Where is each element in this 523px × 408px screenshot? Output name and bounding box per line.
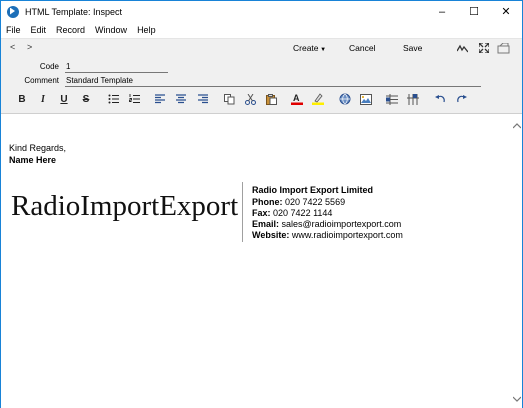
close-button[interactable]: ✕ (490, 1, 522, 22)
html-editor[interactable]: Kind Regards, Name Here RadioImportExpor… (1, 113, 522, 408)
bullet-list-icon[interactable] (106, 92, 120, 106)
highlight-icon[interactable] (311, 92, 325, 106)
cut-icon[interactable] (243, 92, 257, 106)
website-label: Website: (252, 230, 290, 240)
expand-icon[interactable] (477, 41, 491, 55)
bold-button[interactable]: B (15, 92, 29, 106)
company-logo: RadioImportExport (11, 190, 239, 222)
comment-field[interactable]: Standard Template (65, 76, 481, 87)
scroll-down-icon[interactable] (512, 396, 521, 406)
scroll-up-icon[interactable] (512, 123, 521, 133)
save-button[interactable]: Save (403, 43, 422, 53)
phone-label: Phone: (252, 197, 283, 207)
align-left-icon[interactable] (153, 92, 167, 106)
dropdown-arrow-icon: ▼ (318, 47, 327, 53)
strikethrough-button[interactable]: S (79, 92, 93, 106)
redo-icon[interactable] (454, 92, 468, 106)
back-button[interactable]: < (10, 42, 15, 52)
menu-window[interactable]: Window (90, 25, 132, 35)
greeting-text: Kind Regards, (9, 143, 67, 153)
window-controls: – ☐ ✕ (426, 1, 522, 22)
paste-icon[interactable] (264, 92, 278, 106)
comment-label: Comment (24, 76, 59, 85)
insert-column-icon[interactable] (406, 92, 420, 106)
signature-divider (242, 182, 243, 242)
app-icon (7, 5, 19, 18)
minimize-button[interactable]: – (426, 1, 458, 22)
company-name-text: Radio Import Export Limited (252, 185, 374, 195)
website-value: www.radioimportexport.com (291, 230, 403, 240)
insert-row-icon[interactable] (385, 92, 399, 106)
inspect-window: HTML Template: Inspect – ☐ ✕ File Edit R… (0, 0, 523, 408)
window-title: HTML Template: Inspect (25, 6, 123, 17)
menu-edit[interactable]: Edit (26, 25, 52, 35)
menu-record[interactable]: Record (51, 25, 90, 35)
underline-button[interactable]: U (57, 92, 71, 106)
forward-button[interactable]: > (27, 42, 32, 52)
attachment-icon[interactable] (496, 41, 510, 55)
italic-button[interactable]: I (36, 92, 50, 106)
email-label: Email: (252, 219, 280, 229)
format-toolbar: B I U S A (1, 90, 522, 110)
code-field[interactable]: 1 (65, 62, 168, 73)
name-text: Name Here (9, 155, 57, 165)
maximize-button[interactable]: ☐ (458, 1, 490, 22)
fax-line: Fax: 020 7422 1144 (252, 208, 332, 218)
phone-value: 020 7422 5569 (285, 197, 346, 207)
vertical-scrollbar[interactable] (511, 114, 522, 408)
website-line: Website: www.radioimportexport.com (252, 230, 403, 240)
numbered-list-icon[interactable] (127, 92, 141, 106)
toolbar: < > Create ▼ Cancel Save (1, 39, 522, 58)
email-value: sales@radioimportexport.com (281, 219, 402, 229)
company-name: Radio Import Export Limited (252, 185, 373, 195)
phone-line: Phone: 020 7422 5569 (252, 197, 345, 207)
insert-image-icon[interactable] (359, 92, 373, 106)
menu-bar: File Edit Record Window Help (1, 22, 522, 39)
fax-value: 020 7422 1144 (273, 208, 333, 218)
menu-help[interactable]: Help (132, 25, 161, 35)
cancel-button[interactable]: Cancel (349, 43, 375, 53)
create-menu-button[interactable]: Create ▼ (293, 43, 326, 53)
menu-file[interactable]: File (1, 25, 26, 35)
align-center-icon[interactable] (174, 92, 188, 106)
title-bar: HTML Template: Inspect – ☐ ✕ (1, 1, 522, 22)
copy-icon[interactable] (222, 92, 236, 106)
email-line: Email: sales@radioimportexport.com (252, 219, 401, 229)
code-label: Code (39, 62, 59, 71)
svg-text:A: A (293, 93, 300, 103)
link-globe-icon[interactable] (338, 92, 352, 106)
activity-icon[interactable] (455, 41, 469, 55)
text-color-icon[interactable]: A (290, 92, 304, 106)
align-right-icon[interactable] (196, 92, 210, 106)
create-label: Create (293, 43, 319, 53)
undo-icon[interactable] (433, 92, 447, 106)
fax-label: Fax: (252, 208, 271, 218)
